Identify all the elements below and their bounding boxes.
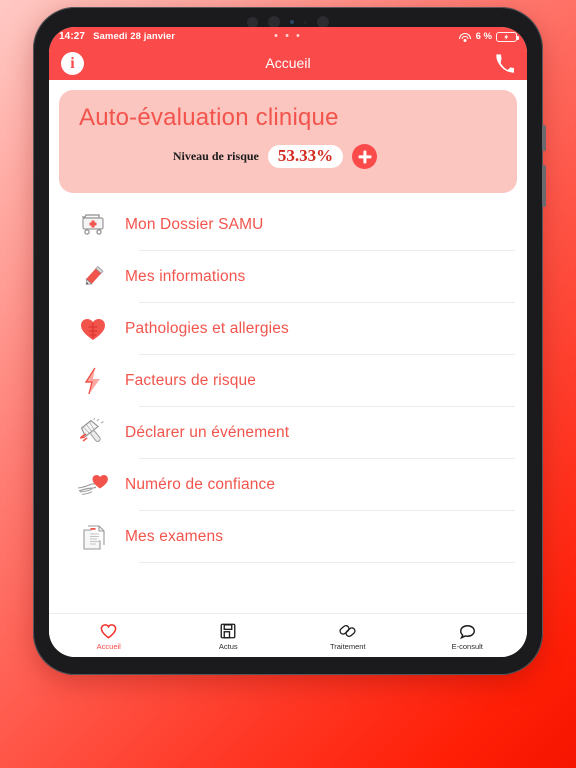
navigation-bar: i Accueil <box>49 46 527 80</box>
micro-sensor-dot <box>304 20 307 24</box>
tab-label: Traitement <box>329 641 366 651</box>
info-icon[interactable]: i <box>61 51 84 75</box>
tab-accueil[interactable]: Accueil <box>49 614 169 657</box>
documents-icon <box>71 517 115 557</box>
menu-item-facteurs-risque[interactable]: Facteurs de risque <box>49 355 527 406</box>
tab-e-consult[interactable]: E-consult <box>408 614 528 657</box>
heart-outline-icon <box>99 621 118 640</box>
tab-label: E-consult <box>451 641 483 651</box>
pencil-icon <box>71 257 115 297</box>
tab-label: Accueil <box>96 641 121 651</box>
self-assessment-card[interactable]: Auto-évaluation clinique Niveau de risqu… <box>59 90 517 193</box>
tab-label: Actus <box>218 641 238 651</box>
alert-hammer-icon <box>71 413 115 453</box>
status-bar: 14:27 Samedi 28 janvier • • • 6 % <box>49 27 527 46</box>
menu-item-label: Mes examens <box>125 527 224 545</box>
add-assessment-button[interactable] <box>352 144 378 169</box>
volume-up-button[interactable] <box>542 125 546 151</box>
menu-item-declarer-evenement[interactable]: Déclarer un événement <box>49 407 527 458</box>
app-content: Auto-évaluation clinique Niveau de risqu… <box>49 80 527 613</box>
menu-item-label: Pathologies et allergies <box>125 319 289 337</box>
pills-icon <box>338 621 357 640</box>
menu-item-numero-confiance[interactable]: Numéro de confiance <box>49 459 527 510</box>
app-screen: 14:27 Samedi 28 janvier • • • 6 % i Accu… <box>49 27 527 657</box>
menu-item-label: Facteurs de risque <box>125 371 257 389</box>
menu-item-pathologies-allergies[interactable]: Pathologies et allergies <box>49 303 527 354</box>
menu-item-mes-informations[interactable]: Mes informations <box>49 251 527 302</box>
ambient-sensor-dot <box>290 20 294 24</box>
tab-traitement[interactable]: Traitement <box>288 614 408 657</box>
hand-heart-icon <box>71 465 115 505</box>
battery-charging-icon <box>496 31 519 42</box>
status-bar-left: 14:27 Samedi 28 janvier <box>59 31 175 42</box>
wifi-icon <box>459 32 472 42</box>
tab-actus[interactable]: Actus <box>169 614 289 657</box>
status-date: Samedi 28 janvier <box>93 31 176 42</box>
menu-item-mes-examens[interactable]: Mes examens <box>49 511 527 562</box>
medical-cart-icon <box>71 205 115 245</box>
bottom-tab-bar: Accueil Actus Traitement E-consult <box>49 613 527 657</box>
chat-bubble-icon <box>458 621 477 640</box>
sensor-dot <box>247 16 258 28</box>
risk-level-row: Niveau de risque 53.33% <box>59 144 517 169</box>
self-assessment-title: Auto-évaluation clinique <box>79 104 339 131</box>
battery-percent-label: 6 % <box>475 31 492 42</box>
heart-icon <box>71 309 115 349</box>
volume-down-button[interactable] <box>542 165 546 207</box>
menu-item-label: Déclarer un événement <box>125 423 290 441</box>
menu-divider <box>139 562 515 563</box>
page-title: Accueil <box>265 55 311 71</box>
tablet-device-frame: 14:27 Samedi 28 janvier • • • 6 % i Accu… <box>33 7 546 675</box>
main-menu-list: Mon Dossier SAMU Mes informations Pathol… <box>49 193 527 563</box>
menu-item-label: Numéro de confiance <box>125 475 276 493</box>
newspaper-icon <box>219 621 237 640</box>
menu-item-label: Mes informations <box>125 267 246 285</box>
phone-icon[interactable] <box>493 51 515 75</box>
status-time: 14:27 <box>59 31 86 42</box>
lightning-bolt-icon <box>71 361 115 401</box>
status-bar-right: 6 % <box>459 31 519 42</box>
menu-item-label: Mon Dossier SAMU <box>125 215 264 233</box>
menu-item-dossier-samu[interactable]: Mon Dossier SAMU <box>49 199 527 250</box>
risk-level-label: Niveau de risque <box>172 149 259 163</box>
risk-level-value: 53.33% <box>267 145 344 168</box>
